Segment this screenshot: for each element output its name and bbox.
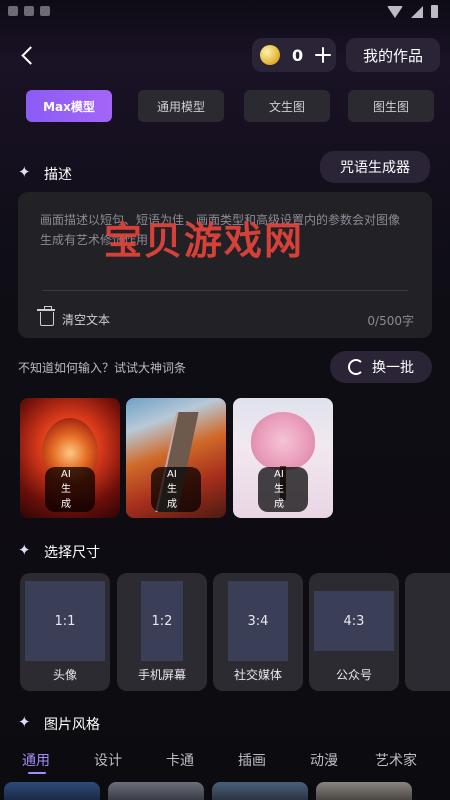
example-image-great-wall[interactable]: AI生成 (126, 398, 226, 518)
coin-balance-button[interactable]: 0 (252, 38, 336, 72)
char-count: 0/500字 (367, 314, 414, 328)
example-image-dragon[interactable]: AI生成 (20, 398, 120, 518)
size-ratio: 3:4 (228, 581, 288, 661)
style-tab-anime[interactable]: 动漫 (310, 750, 338, 770)
refresh-button[interactable]: 换一批 (330, 351, 432, 383)
battery-icon (431, 5, 438, 18)
style-tab-illustration[interactable]: 插画 (238, 750, 266, 770)
plus-icon[interactable] (315, 47, 332, 63)
size-option-4-3[interactable]: 4:3 公众号 (309, 573, 399, 691)
hint-text: 不知道如何输入？试试大神词条 (18, 361, 187, 375)
ai-generated-badge: AI生成 (258, 467, 308, 512)
style-thumb[interactable] (108, 782, 204, 800)
refresh-label: 换一批 (372, 360, 414, 376)
style-tab-general[interactable]: 通用 (22, 750, 50, 770)
divider (42, 290, 408, 291)
ai-generated-badge: AI生成 (151, 467, 201, 512)
sparkle-icon (18, 541, 32, 559)
size-label: 手机屏幕 (137, 668, 186, 682)
tab-max-model[interactable]: Max模型 (26, 90, 112, 122)
style-thumb[interactable] (4, 782, 100, 800)
example-image-pink-tree[interactable]: AI生成 (233, 398, 333, 518)
style-tab-cartoon[interactable]: 卡通 (166, 750, 194, 770)
style-tab-artist[interactable]: 艺术家 (375, 750, 417, 770)
my-works-button[interactable]: 我的作品 (346, 38, 440, 72)
status-bar (0, 0, 450, 24)
watermark-text: 宝贝游戏网 (104, 219, 305, 263)
model-tabs: Max模型 通用模型 文生图 图生图 (0, 90, 450, 124)
size-option-1-1[interactable]: 1:1 头像 (20, 573, 110, 691)
clear-text-button[interactable]: 清空文本 (62, 311, 110, 328)
tab-text-to-image[interactable]: 文生图 (244, 90, 330, 122)
style-tab-design[interactable]: 设计 (94, 750, 122, 770)
spell-generator-button[interactable]: 咒语生成器 (320, 151, 430, 183)
tree-canopy-illustration (251, 412, 315, 470)
size-label: 社交媒体 (233, 668, 282, 682)
wifi-icon (387, 5, 403, 18)
size-option-1-2[interactable]: 1:2 手机屏幕 (117, 573, 207, 691)
tab-image-to-image[interactable]: 图生图 (348, 90, 434, 122)
style-thumb[interactable] (212, 782, 308, 800)
size-option-3-4[interactable]: 3:4 社交媒体 (213, 573, 303, 691)
style-thumb[interactable] (316, 782, 412, 800)
back-arrow-icon[interactable] (18, 44, 42, 68)
coin-icon (260, 45, 280, 65)
size-ratio: 1:1 (25, 581, 105, 661)
trash-icon[interactable] (37, 306, 55, 326)
active-tab-indicator (28, 772, 46, 774)
sparkle-icon (18, 713, 32, 731)
size-label: 公众号 (335, 668, 372, 682)
signal-icon (411, 5, 423, 18)
size-title: 选择尺寸 (44, 545, 100, 561)
style-tabs: 通用 设计 卡通 插画 动漫 艺术家 (0, 750, 450, 774)
ai-generated-badge: AI生成 (45, 467, 95, 512)
size-option-partial[interactable] (405, 573, 450, 691)
status-notification-icons (8, 6, 50, 16)
style-title: 图片风格 (44, 717, 100, 733)
tab-general-model[interactable]: 通用模型 (138, 90, 224, 122)
coin-count: 0 (292, 45, 304, 65)
size-label: 头像 (52, 668, 77, 682)
refresh-icon (348, 359, 364, 375)
status-system-icons (387, 5, 438, 18)
size-ratio: 1:2 (141, 581, 183, 661)
describe-title: 描述 (44, 167, 72, 183)
size-ratio: 4:3 (314, 591, 394, 651)
sparkle-icon (18, 163, 32, 181)
